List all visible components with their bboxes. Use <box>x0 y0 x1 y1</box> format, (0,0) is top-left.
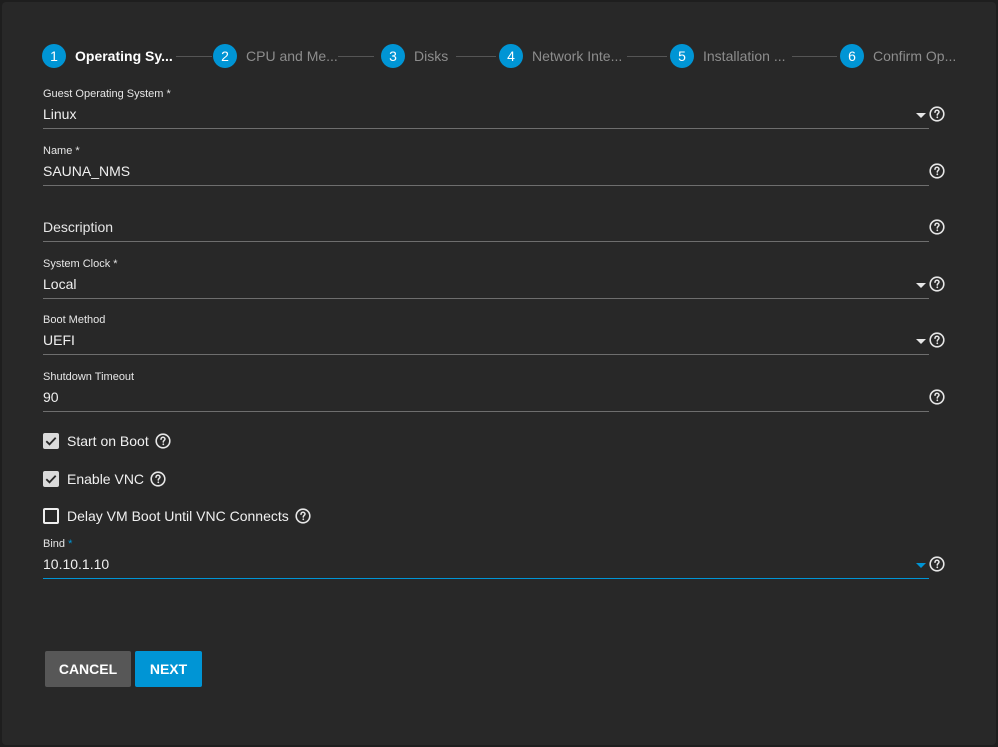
checkbox-label[interactable]: Enable VNC <box>67 471 144 487</box>
step-installation-media[interactable]: 5 Installation ... <box>670 44 786 68</box>
cancel-button[interactable]: CANCEL <box>45 651 131 687</box>
stepper-connector <box>792 56 837 57</box>
field-underline <box>43 128 929 129</box>
field-underline <box>43 185 929 186</box>
stepper-connector <box>338 56 374 57</box>
step-operating-system[interactable]: 1 Operating Sy... <box>42 44 173 68</box>
step-cpu-and-memory[interactable]: 2 CPU and Me... <box>213 44 338 68</box>
field-label: Guest Operating System * <box>43 88 171 100</box>
chevron-down-icon <box>916 563 926 568</box>
field-label: Shutdown Timeout <box>43 371 135 383</box>
shutdown-timeout-field[interactable]: Shutdown Timeout 90 <box>43 371 929 413</box>
field-value: Local <box>43 276 77 292</box>
stepper-connector <box>627 56 667 57</box>
help-circle-icon[interactable] <box>929 276 945 292</box>
step-label: Operating Sy... <box>75 48 173 64</box>
chevron-down-icon <box>916 339 926 344</box>
checkbox-label[interactable]: Start on Boot <box>67 433 149 449</box>
step-disks[interactable]: 3 Disks <box>381 44 448 68</box>
step-number: 5 <box>670 44 694 68</box>
delay-vm-boot-row: Delay VM Boot Until VNC Connects <box>43 507 311 525</box>
field-underline <box>43 411 929 412</box>
field-underline <box>43 578 929 579</box>
step-label: Network Inte... <box>532 48 623 64</box>
start-on-boot-checkbox[interactable] <box>43 433 59 449</box>
field-placeholder: Description <box>43 219 114 235</box>
help-circle-icon[interactable] <box>155 433 171 449</box>
vm-wizard-panel: 1 Operating Sy... 2 CPU and Me... 3 Disk… <box>2 2 996 745</box>
field-value: Linux <box>43 106 77 122</box>
field-label: Bind * <box>43 538 72 550</box>
required-marker: * <box>68 538 73 550</box>
guest-os-select[interactable]: Guest Operating System * Linux <box>43 88 929 130</box>
wizard-stepper: 1 Operating Sy... 2 CPU and Me... 3 Disk… <box>42 44 956 68</box>
checkbox-label[interactable]: Delay VM Boot Until VNC Connects <box>67 508 289 524</box>
stepper-connector <box>456 56 496 57</box>
step-label: Disks <box>414 48 449 64</box>
step-network-interfaces[interactable]: 4 Network Inte... <box>499 44 622 68</box>
enable-vnc-row: Enable VNC <box>43 470 166 488</box>
field-label: System Clock * <box>43 258 118 270</box>
next-button[interactable]: NEXT <box>135 651 202 687</box>
field-underline <box>43 354 929 355</box>
bind-label-text: Bind <box>43 538 66 550</box>
name-field[interactable]: Name * SAUNA_NMS <box>43 145 929 187</box>
step-number: 1 <box>42 44 66 68</box>
step-label: CPU and Me... <box>246 48 338 64</box>
step-number: 3 <box>381 44 405 68</box>
help-circle-icon[interactable] <box>295 508 311 524</box>
help-circle-icon[interactable] <box>929 332 945 348</box>
bind-select[interactable]: Bind * 10.10.1.10 <box>43 538 929 580</box>
stepper-connector <box>176 56 212 57</box>
field-label: Boot Method <box>43 314 106 326</box>
field-underline <box>43 298 929 299</box>
check-icon <box>45 437 57 446</box>
step-label: Installation ... <box>703 48 786 64</box>
boot-method-select[interactable]: Boot Method UEFI <box>43 314 929 356</box>
help-circle-icon[interactable] <box>929 556 945 572</box>
help-circle-icon[interactable] <box>929 163 945 179</box>
field-value: 90 <box>43 389 59 405</box>
system-clock-select[interactable]: System Clock * Local <box>43 258 929 300</box>
field-value: SAUNA_NMS <box>43 163 131 179</box>
chevron-down-icon <box>916 113 926 118</box>
delay-vm-boot-checkbox[interactable] <box>43 508 59 524</box>
step-number: 6 <box>840 44 864 68</box>
help-circle-icon[interactable] <box>150 471 166 487</box>
field-label: Name * <box>43 145 80 157</box>
field-value: UEFI <box>43 332 75 348</box>
description-field[interactable]: Description <box>43 201 929 243</box>
field-value: 10.10.1.10 <box>43 556 110 572</box>
help-circle-icon[interactable] <box>929 389 945 405</box>
help-circle-icon[interactable] <box>929 219 945 235</box>
step-label: Confirm Op... <box>873 48 957 64</box>
field-underline <box>43 241 929 242</box>
step-confirm-options[interactable]: 6 Confirm Op... <box>840 44 956 68</box>
enable-vnc-checkbox[interactable] <box>43 471 59 487</box>
chevron-down-icon <box>916 283 926 288</box>
step-number: 4 <box>499 44 523 68</box>
start-on-boot-row: Start on Boot <box>43 432 171 450</box>
help-circle-icon[interactable] <box>929 106 945 122</box>
step-number: 2 <box>213 44 237 68</box>
check-icon <box>45 475 57 484</box>
